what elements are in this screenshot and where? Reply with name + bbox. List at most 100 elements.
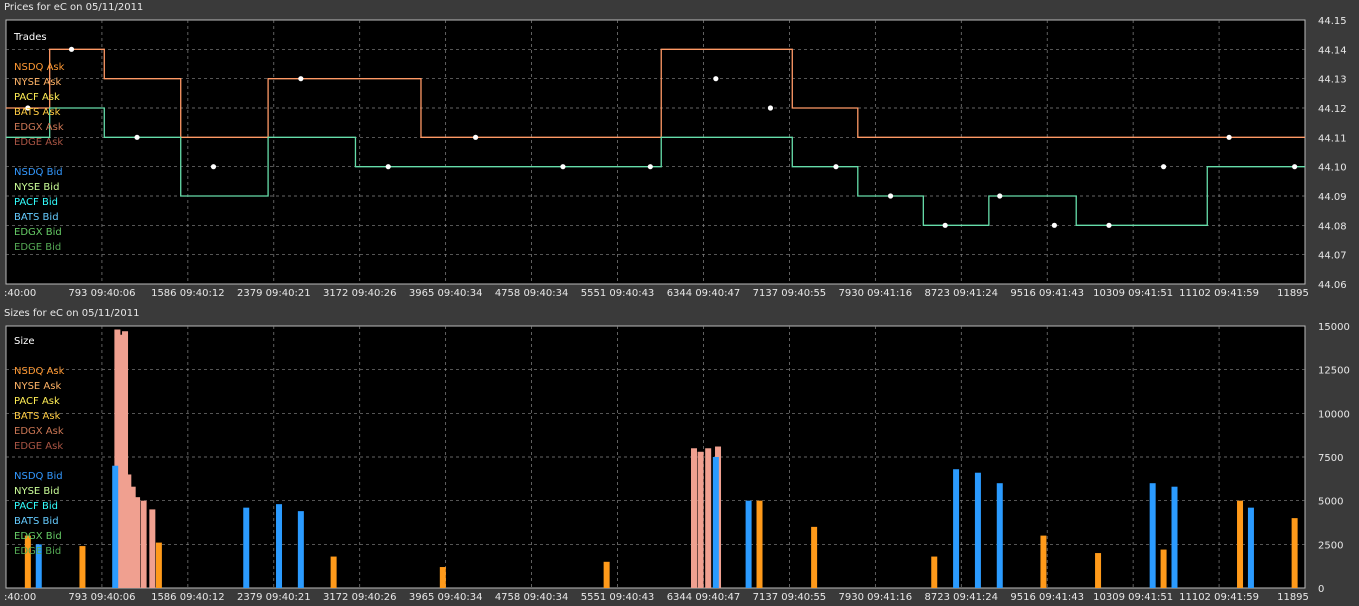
trade-point xyxy=(647,164,653,170)
size-bar xyxy=(1040,535,1047,588)
trade-point xyxy=(767,105,774,111)
trade-point xyxy=(210,164,217,170)
size-bar xyxy=(24,535,31,588)
sizes-legend-bid: BATS Bid xyxy=(14,516,59,527)
size-bar xyxy=(953,469,960,588)
size-bar xyxy=(712,457,719,588)
sizes-x-tick-label: 6344 09:40:47 xyxy=(667,592,741,603)
sizes-y-tick-label: 2500 xyxy=(1318,540,1343,551)
sizes-legend-ask: BATS Ask xyxy=(14,411,61,422)
prices-x-tick-label: 5551 09:40:43 xyxy=(581,288,655,299)
size-bar xyxy=(112,465,119,588)
sizes-y-tick-label: 15000 xyxy=(1318,322,1350,333)
sizes-y-tick-label: 12500 xyxy=(1318,366,1350,377)
prices-y-tick-label: 44.06 xyxy=(1318,280,1347,291)
prices-x-tick-label: 10309 09:41:51 xyxy=(1093,288,1173,299)
size-bar xyxy=(996,483,1003,588)
size-bar xyxy=(1237,500,1244,588)
trade-point xyxy=(997,193,1003,199)
sizes-x-tick-label: 5551 09:40:43 xyxy=(581,592,655,603)
trade-point xyxy=(1106,222,1112,228)
prices-x-tick-label: 8723 09:41:24 xyxy=(924,288,998,299)
size-bar xyxy=(330,556,337,588)
size-bar xyxy=(155,542,162,588)
trade-point xyxy=(887,193,894,199)
prices-y-tick-label: 44.15 xyxy=(1318,16,1347,27)
prices-y-tick-label: 44.07 xyxy=(1318,251,1347,262)
size-bar xyxy=(690,448,697,588)
prices-x-tick-label: 7930 09:41:16 xyxy=(839,288,913,299)
sizes-y-tick-label: 7500 xyxy=(1318,453,1343,464)
sizes-x-tick-label: 10309 09:41:51 xyxy=(1093,592,1173,603)
sizes-legend-ask: NYSE Ask xyxy=(14,381,61,392)
size-bar xyxy=(811,526,818,588)
size-bar xyxy=(243,507,250,588)
size-bar xyxy=(1247,507,1254,588)
size-bar xyxy=(697,451,704,588)
trade-point xyxy=(68,46,75,52)
prices-y-tick-label: 44.11 xyxy=(1318,133,1347,144)
sizes-x-tick-label: 1586 09:40:12 xyxy=(151,592,225,603)
trade-point xyxy=(472,134,479,140)
prices-y-tick-label: 44.12 xyxy=(1318,104,1347,115)
sizes-legend-bid: PACF Bid xyxy=(14,501,58,512)
trade-point xyxy=(134,134,140,140)
sizes-legend-bid: NYSE Bid xyxy=(14,486,59,497)
size-bar xyxy=(756,500,763,588)
sizes-legend-bid: EDGX Bid xyxy=(14,531,62,542)
trade-point xyxy=(833,164,839,170)
prices-x-tick-label: :40:00 xyxy=(4,288,36,299)
trade-point xyxy=(560,164,566,170)
size-bar xyxy=(149,509,156,588)
sizes-legend-ask: EDGE Ask xyxy=(14,441,63,452)
size-bar xyxy=(79,546,86,588)
sizes-x-tick-label: 8723 09:41:24 xyxy=(924,592,998,603)
size-bar xyxy=(1171,486,1178,588)
prices-plot-area xyxy=(5,19,1306,285)
prices-x-tick-label: 4758 09:40:34 xyxy=(495,288,569,299)
prices-legend-ask: BATS Ask xyxy=(14,107,61,118)
prices-legend-bid: NSDQ Bid xyxy=(14,167,63,178)
sizes-x-tick-label: 9516 09:41:43 xyxy=(1010,592,1084,603)
sizes-x-tick-label: 793 09:40:06 xyxy=(68,592,135,603)
sizes-legend-ask: NSDQ Ask xyxy=(14,366,65,377)
chart-canvas: :40:00 :40:00 793 09:40:06 793 09:40:06 1586… xyxy=(4,16,1350,603)
trade-point xyxy=(942,222,948,228)
sizes-x-tick-label: 11895 xyxy=(1277,592,1309,603)
sizes-x-tick-label: 3172 09:40:26 xyxy=(323,592,397,603)
size-section-label: Size xyxy=(14,336,35,347)
size-bar xyxy=(1160,549,1167,588)
sizes-x-tick-label: 11102 09:41:59 xyxy=(1179,592,1259,603)
size-bar xyxy=(439,567,446,588)
trade-point xyxy=(385,164,391,170)
prices-legend-bid: EDGE Bid xyxy=(14,242,61,253)
prices-legend-ask: PACF Ask xyxy=(14,92,60,103)
prices-x-tick-label: 9516 09:41:43 xyxy=(1010,288,1084,299)
size-bar xyxy=(140,500,147,588)
prices-x-tick-label: 11895 xyxy=(1277,288,1309,299)
sizes-legend-bid: NSDQ Bid xyxy=(14,471,63,482)
size-bar xyxy=(974,472,981,588)
sizes-y-tick-label: 5000 xyxy=(1318,497,1343,508)
prices-legend-bid: BATS Bid xyxy=(14,212,59,223)
size-bar xyxy=(1291,518,1298,588)
prices-x-tick-label: 11102 09:41:59 xyxy=(1179,288,1259,299)
prices-y-tick-label: 44.09 xyxy=(1318,192,1347,203)
sizes-x-tick-label: 7930 09:41:16 xyxy=(839,592,913,603)
prices-y-tick-label: 44.14 xyxy=(1318,45,1347,56)
prices-y-tick-label: 44.13 xyxy=(1318,75,1347,86)
trade-point xyxy=(1292,164,1298,170)
sizes-y-tick-label: 10000 xyxy=(1318,409,1350,420)
prices-x-tick-label: 3965 09:40:34 xyxy=(409,288,483,299)
prices-legend-bid: NYSE Bid xyxy=(14,182,59,193)
size-bar xyxy=(745,500,752,588)
trade-point xyxy=(298,76,304,82)
sizes-x-tick-label: :40:00 xyxy=(4,592,36,603)
prices-legend-ask: EDGE Ask xyxy=(14,137,63,148)
sizes-x-tick-label: 4758 09:40:34 xyxy=(495,592,569,603)
size-bar xyxy=(603,561,610,588)
size-bar xyxy=(931,556,938,588)
prices-x-tick-label: 793 09:40:06 xyxy=(68,288,135,299)
size-bar xyxy=(1149,483,1156,588)
prices-x-tick-label: 1586 09:40:12 xyxy=(151,288,225,299)
